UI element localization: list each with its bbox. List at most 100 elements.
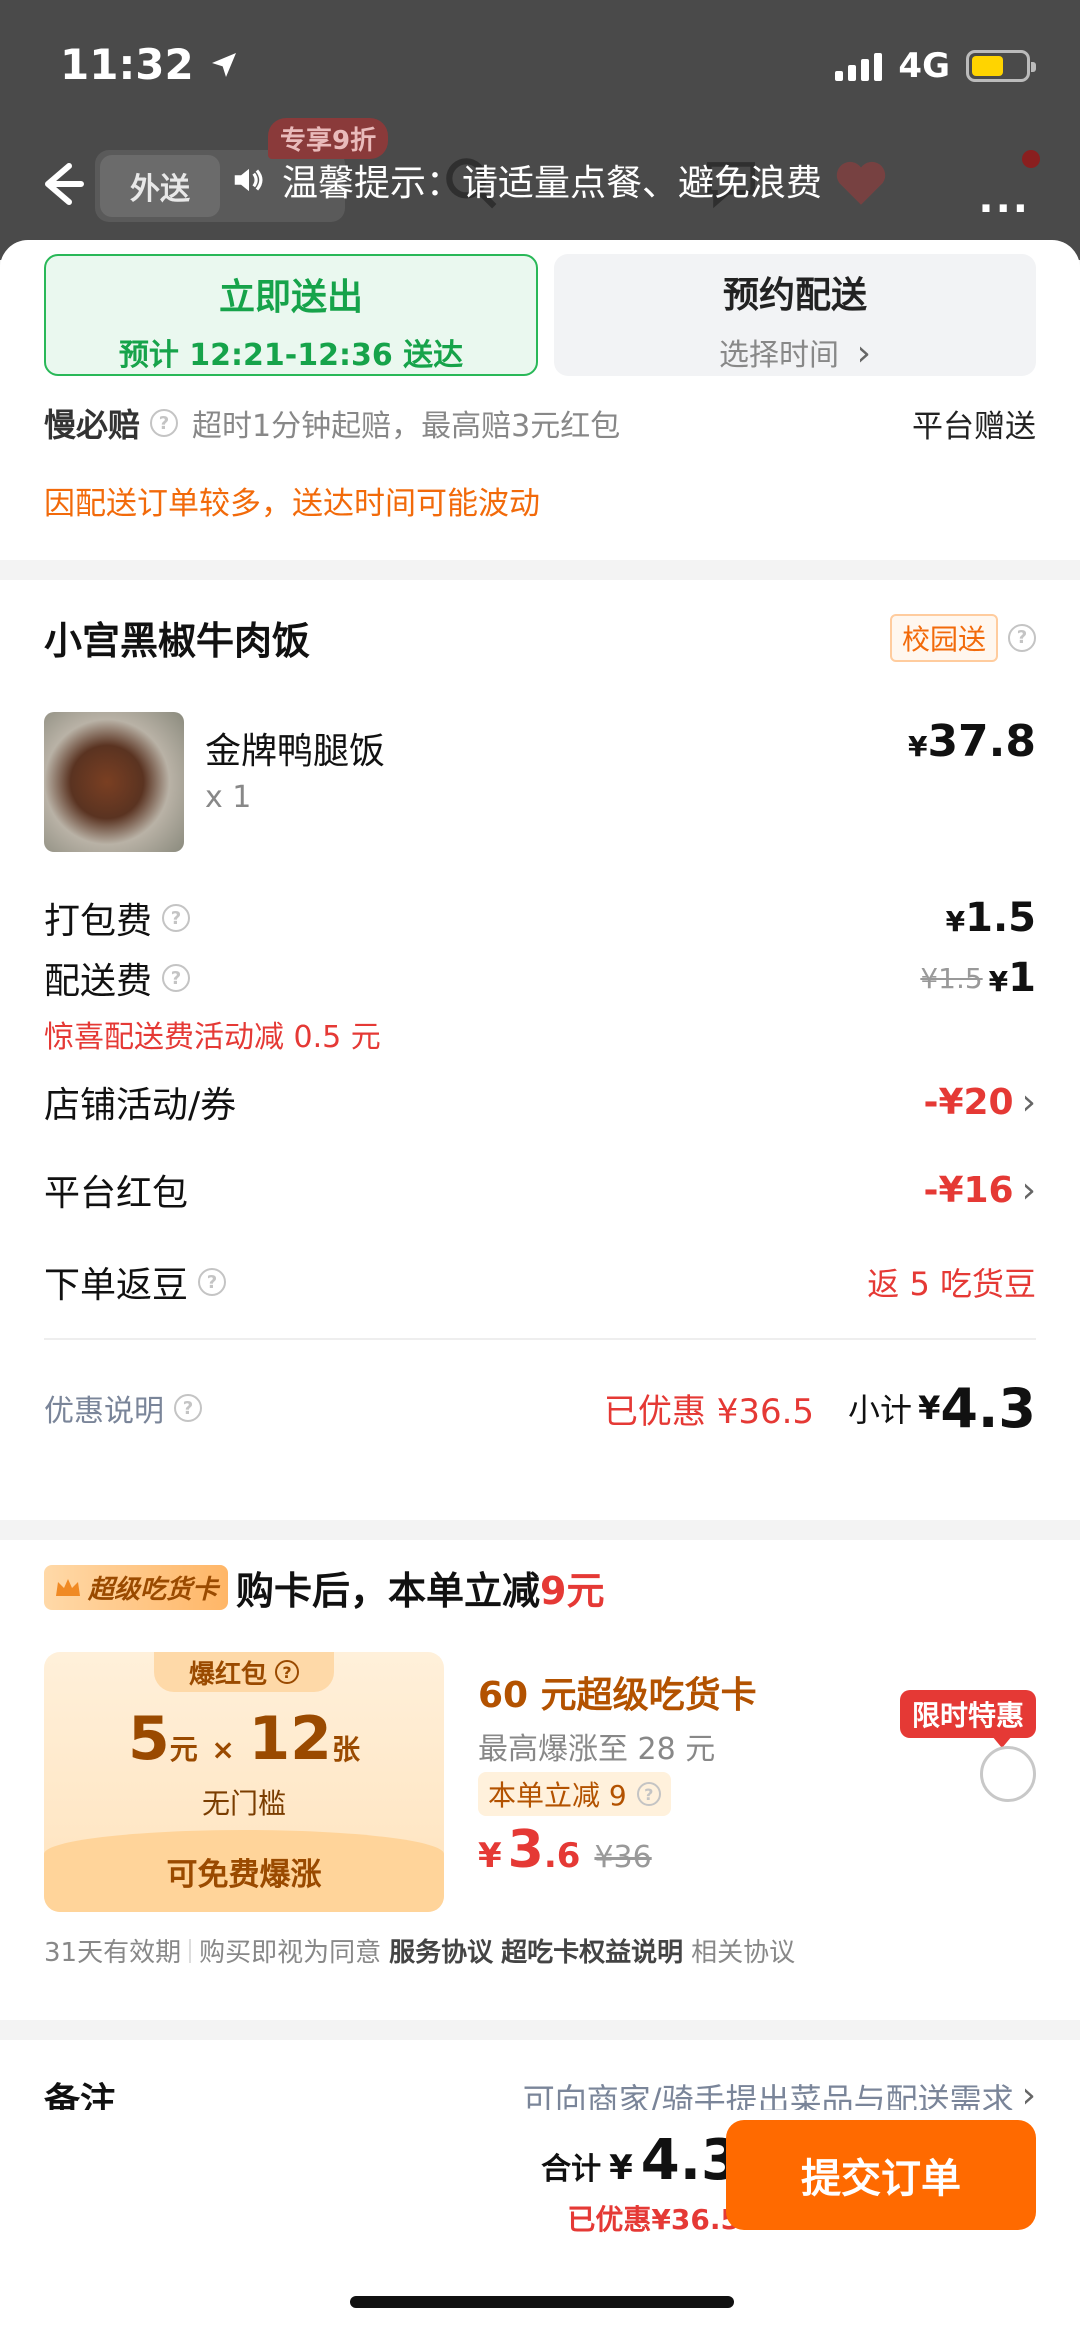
deliver-now-eta: 预计 12:21-12:36 送达: [118, 338, 464, 373]
tab-delivery[interactable]: 外送: [100, 155, 220, 217]
battery-icon: [966, 50, 1036, 82]
nav-bar: 外送 专享9折 温馨提示：请适量点餐、避免浪费 ...: [0, 118, 1080, 230]
card-subtitle: 最高爆涨至 28 元: [478, 1732, 716, 1767]
rights-link[interactable]: 超吃卡权益说明: [501, 1932, 683, 1969]
limited-offer-tag: 限时特惠: [899, 1690, 1036, 1748]
slow-desc: 超时1分钟起赔，最高赔3元红包: [192, 409, 621, 444]
crown-icon: [56, 1578, 80, 1596]
home-indicator: [350, 2296, 734, 2308]
submit-order-button[interactable]: 提交订单: [726, 2120, 1036, 2230]
buy-card-radio[interactable]: [980, 1746, 1036, 1802]
platform-redpacket-row[interactable]: 平台红包 -¥16 ›: [44, 1160, 1036, 1220]
card-original-price: ¥36: [594, 1840, 652, 1875]
notice-banner: 温馨提示：请适量点餐、避免浪费: [230, 154, 822, 206]
packing-fee-row: 打包费 ? ¥1.5: [44, 892, 1036, 944]
food-image: [44, 712, 184, 852]
deliver-now-title: 立即送出: [218, 277, 363, 318]
remark-row[interactable]: 备注 可向商家/骑手提出菜品与配送需求 ›: [44, 2070, 1036, 2111]
coupon-boost: 可免费爆涨: [44, 1830, 444, 1912]
terms-prefix: 购买即视为同意: [199, 1938, 382, 1968]
slow-compensation-row: 慢必赔 ? 超时1分钟起赔，最高赔3元红包 平台赠送: [44, 400, 1036, 446]
speaker-icon: [234, 168, 263, 192]
delivery-fee-original: ¥1.5: [920, 961, 983, 995]
coupon-tab: 爆红包 ?: [154, 1652, 334, 1692]
super-card-badge: 超级吃货卡: [44, 1565, 229, 1610]
subtotal-value: 4.3: [940, 1376, 1036, 1440]
discount-value: 已优惠 ¥36.5: [603, 1391, 815, 1432]
status-indicators: 4G: [835, 46, 1036, 86]
super-card-amount: 9元: [540, 1569, 605, 1613]
help-icon[interactable]: ?: [275, 1660, 299, 1684]
help-icon[interactable]: ?: [636, 1782, 661, 1806]
help-icon[interactable]: ?: [198, 1268, 227, 1296]
remark-label: 备注: [44, 2081, 117, 2110]
help-icon[interactable]: ?: [174, 1394, 202, 1422]
favorite-heart-icon[interactable]: [830, 152, 892, 214]
shop-promo-row[interactable]: 店铺活动/券 -¥20 ›: [44, 1072, 1036, 1132]
total-label: 合计: [541, 2152, 602, 2187]
packing-value: ¥1.5: [945, 895, 1036, 941]
card-title: 60 元超级吃货卡: [478, 1675, 757, 1716]
item-qty: x 1: [205, 780, 252, 815]
chevron-right-icon: ›: [1021, 2074, 1036, 2111]
header: 11:32 4G 外送 专享9折 温馨提示：请适量点餐、避免浪费 ...: [0, 0, 1080, 260]
help-icon[interactable]: ?: [162, 964, 191, 992]
promo-tag: 专享9折: [268, 118, 389, 159]
shop-promo-value: -¥20: [923, 1081, 1014, 1123]
notification-dot: [1022, 150, 1040, 168]
related-agreement-link[interactable]: 相关协议: [691, 1932, 795, 1969]
help-icon[interactable]: ?: [162, 904, 191, 932]
status-time: 11:32: [60, 40, 240, 89]
platform-redpacket-value: -¥16: [923, 1169, 1014, 1211]
total-saved: 已优惠¥36.5: [567, 2203, 740, 2236]
delivery-fee-row: 配送费 ? ¥1.5 ¥1: [44, 952, 1036, 1004]
delivery-promo: 惊喜配送费活动减 0.5 元: [44, 1020, 381, 1055]
discount-label: 优惠说明: [44, 1394, 164, 1429]
chevron-right-icon: ›: [1021, 1081, 1036, 1123]
reduce-tag: 本单立减 9 ?: [478, 1772, 671, 1816]
super-card-offer: 超级吃货卡 购卡后，本单立减 9元 爆红包 ? 5元 × 12张 无门槛 可免费…: [0, 1540, 1080, 2020]
coupon-amount: 5元 × 12张: [128, 1704, 360, 1774]
subtotal-label: 小计: [848, 1391, 913, 1429]
network-label: 4G: [898, 46, 950, 86]
deliver-now-option[interactable]: 立即送出 预计 12:21-12:36 送达: [44, 254, 538, 376]
subtotal-yen: ¥: [918, 1389, 941, 1427]
delivery-fee-label: 配送费: [44, 961, 153, 1002]
shop-promo-label: 店铺活动/券: [44, 1085, 237, 1126]
slow-label: 慢必赔: [44, 406, 141, 444]
chevron-right-icon: ›: [856, 333, 871, 374]
location-arrow-icon: [211, 52, 236, 77]
scheduled-delivery-option[interactable]: 预约配送 选择时间 ›: [554, 254, 1036, 376]
delivery-fee-value: ¥1: [988, 955, 1036, 1001]
card-price: ¥ 3.6 ¥36: [478, 1820, 652, 1880]
item-name: 金牌鸭腿饭: [205, 731, 386, 772]
validity: 31天有效期: [44, 1938, 182, 1968]
signal-icon: [835, 51, 883, 81]
time-text: 11:32: [60, 40, 194, 89]
platform-gift: 平台赠送: [912, 408, 1036, 445]
beans-row: 下单返豆 ? 返 5 吃货豆: [44, 1256, 1036, 1308]
platform-redpacket-label: 平台红包: [44, 1173, 189, 1214]
total-yen: ¥: [609, 2148, 633, 2188]
coupon-preview: 爆红包 ? 5元 × 12张 无门槛 可免费爆涨: [44, 1652, 444, 1912]
super-card-headline: 购卡后，本单立减: [236, 1569, 541, 1613]
more-menu-icon[interactable]: ...: [978, 176, 1030, 222]
delivery-warning: 因配送订单较多，送达时间可能波动: [44, 486, 540, 522]
shop-name[interactable]: 小宫黑椒牛肉饭: [44, 610, 310, 665]
coupon-threshold: 无门槛: [201, 1787, 286, 1820]
back-arrow-icon[interactable]: [30, 154, 90, 214]
help-icon[interactable]: ?: [150, 409, 179, 437]
scheduled-title: 预约配送: [722, 275, 867, 316]
beans-value: 返 5 吃货豆: [867, 1265, 1036, 1303]
help-icon[interactable]: ?: [1008, 623, 1036, 652]
shop-row: 小宫黑椒牛肉饭 校园送 ?: [44, 610, 1036, 665]
total-line: 合计 ¥ 4.3: [541, 2128, 740, 2193]
chevron-right-icon: ›: [1021, 1169, 1036, 1211]
notice-text: 温馨提示：请适量点餐、避免浪费: [282, 163, 823, 204]
delivery-promo-row: 惊喜配送费活动减 0.5 元: [44, 1012, 1036, 1056]
service-agreement-link[interactable]: 服务协议: [389, 1932, 493, 1969]
beans-label: 下单返豆: [44, 1265, 189, 1306]
item-price: ¥37.8: [907, 716, 1036, 767]
order-card: 小宫黑椒牛肉饭 校园送 ? 金牌鸭腿饭 x 1 ¥37.8 打包费 ? ¥1.5…: [0, 580, 1080, 1520]
subtotal-row: 优惠说明 ? 已优惠 ¥36.5 小计 ¥ 4.3: [44, 1368, 1036, 1448]
